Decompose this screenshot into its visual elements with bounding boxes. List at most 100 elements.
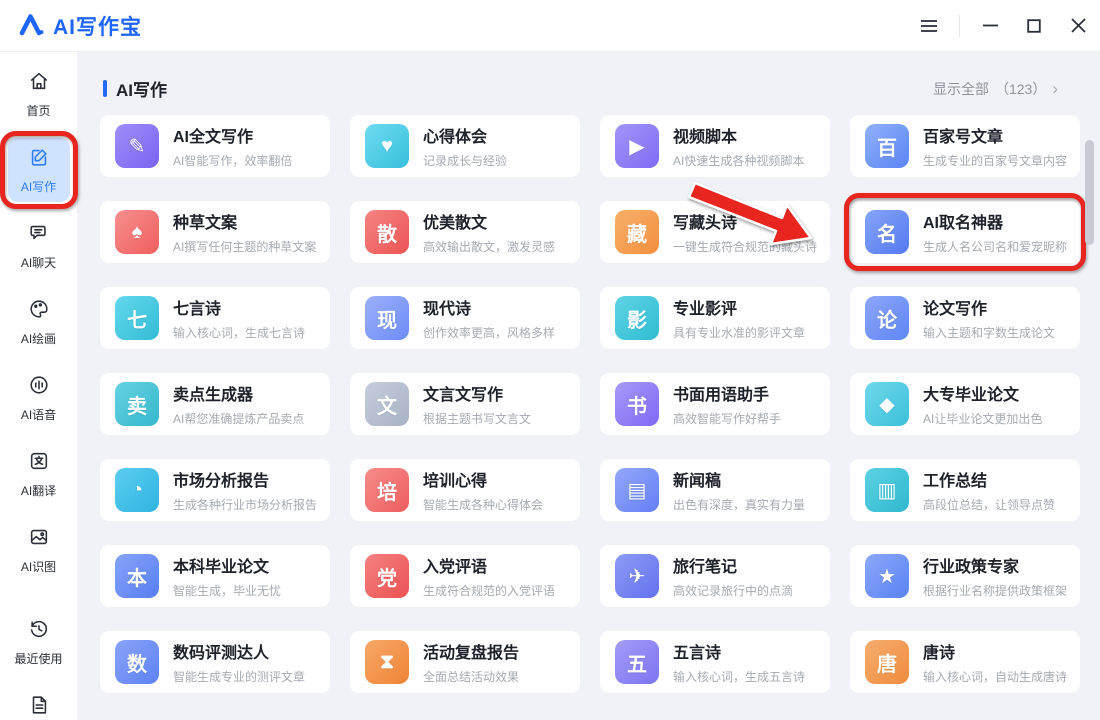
tool-title: 现代诗 (423, 295, 555, 319)
tool-card-3[interactable]: ▶ 视频脚本 AI快速生成各种视频脚本 (600, 115, 830, 177)
file-icon (28, 694, 50, 720)
tool-icon: 论 (865, 296, 909, 340)
tool-title: 专业影评 (673, 295, 805, 319)
sidebar-item-write[interactable]: AI写作 (8, 138, 70, 202)
sidebar-item-paint[interactable]: AI绘画 (8, 290, 70, 354)
tool-card-14[interactable]: 文 文言文写作 根据主题书写文言文 (350, 373, 580, 435)
tool-card-5[interactable]: ♠ 种草文案 AI撰写任何主题的种草文案 (100, 201, 330, 263)
tool-title: 写藏头诗 (673, 209, 817, 233)
tool-icon: 卖 (115, 382, 159, 426)
tool-card-24[interactable]: ★ 行业政策专家 根据行业名称提供政策框架 (850, 545, 1080, 607)
tool-title: 新闻稿 (673, 467, 805, 491)
tool-card-1[interactable]: ✎ AI全文写作 AI智能写作，效率翻倍 (100, 115, 330, 177)
app-logo: AI写作宝 (0, 11, 142, 41)
tool-subtitle: 高效智能写作好帮手 (673, 410, 781, 427)
tool-subtitle: 生成符合规范的入党评语 (423, 582, 555, 599)
tool-card-20[interactable]: ▥ 工作总结 高段位总结，让领导点赞 (850, 459, 1080, 521)
sidebar-item-image[interactable]: AI识图 (8, 518, 70, 582)
tool-subtitle: 高效记录旅行中的点滴 (673, 582, 793, 599)
tool-card-27[interactable]: 五 五言诗 输入核心词，生成五言诗 (600, 631, 830, 693)
tool-card-15[interactable]: 书 书面用语助手 高效智能写作好帮手 (600, 373, 830, 435)
sidebar-item-label: AI写作 (21, 178, 56, 195)
tool-icon: 培 (365, 468, 409, 512)
tool-card-17[interactable]: ◔ 市场分析报告 生成各种行业市场分析报告 (100, 459, 330, 521)
tool-icon: ◔ (115, 468, 159, 512)
tool-card-11[interactable]: 影 专业影评 具有专业水准的影评文章 (600, 287, 830, 349)
tool-card-21[interactable]: 本 本科毕业论文 智能生成，毕业无忧 (100, 545, 330, 607)
tool-icon: 散 (365, 210, 409, 254)
chat-icon (28, 222, 50, 249)
tool-title: 论文写作 (923, 295, 1055, 319)
tool-card-4[interactable]: 百 百家号文章 生成专业的百家号文章内容 (850, 115, 1080, 177)
sidebar-item-label: AI绘画 (21, 330, 56, 347)
tool-card-2[interactable]: ♥ 心得体会 记录成长与经验 (350, 115, 580, 177)
tool-title: 入党评语 (423, 553, 555, 577)
tool-subtitle: 输入主题和字数生成论文 (923, 324, 1055, 341)
tool-title: 文言文写作 (423, 381, 531, 405)
tool-card-28[interactable]: 唐 唐诗 输入核心词，自动生成唐诗 (850, 631, 1080, 693)
tool-card-7[interactable]: 藏 写藏头诗 一键生成符合规范的藏头诗 (600, 201, 830, 263)
tool-icon: 唐 (865, 640, 909, 684)
tool-card-23[interactable]: ✈ 旅行笔记 高效记录旅行中的点滴 (600, 545, 830, 607)
tool-card-19[interactable]: ▤ 新闻稿 出色有深度，真实有力量 (600, 459, 830, 521)
write-icon (28, 146, 50, 173)
show-all-count: （123） (995, 79, 1046, 99)
tool-subtitle: 输入核心词，生成七言诗 (173, 324, 305, 341)
tool-icon: 党 (365, 554, 409, 598)
tool-title: 市场分析报告 (173, 467, 317, 491)
sidebar-item-file[interactable]: 我的文件 (8, 686, 70, 720)
tool-subtitle: 智能生成专业的测评文章 (173, 668, 305, 685)
home-icon (28, 70, 50, 97)
title-bar: AI写作宝 (0, 0, 1100, 52)
tool-icon: 数 (115, 640, 159, 684)
tool-subtitle: 输入核心词，自动生成唐诗 (923, 668, 1067, 685)
sidebar-item-label: AI语音 (21, 406, 56, 423)
tool-card-18[interactable]: 培 培训心得 智能生成各种心得体会 (350, 459, 580, 521)
minimize-icon[interactable] (968, 0, 1012, 52)
sidebar-item-home[interactable]: 首页 (8, 62, 70, 126)
tool-icon: ▶ (615, 124, 659, 168)
tool-card-25[interactable]: 数 数码评测达人 智能生成专业的测评文章 (100, 631, 330, 693)
tool-card-26[interactable]: ⧗ 活动复盘报告 全面总结活动效果 (350, 631, 580, 693)
tool-title: AI全文写作 (173, 123, 292, 147)
tool-subtitle: 全面总结活动效果 (423, 668, 519, 685)
tool-title: 心得体会 (423, 123, 507, 147)
show-all-button[interactable]: 显示全部 （123） › (933, 79, 1080, 99)
sidebar-item-label: AI翻译 (21, 482, 56, 499)
tool-card-16[interactable]: ◆ 大专毕业论文 AI让毕业论文更加出色 (850, 373, 1080, 435)
tool-subtitle: 高效输出散文，激发灵感 (423, 238, 555, 255)
sidebar-item-label: 最近使用 (14, 650, 62, 667)
sidebar-item-history[interactable]: 最近使用 (8, 610, 70, 674)
tool-card-9[interactable]: 七 七言诗 输入核心词，生成七言诗 (100, 287, 330, 349)
sidebar-item-translate[interactable]: AI翻译 (8, 442, 70, 506)
tool-icon: ◆ (865, 382, 909, 426)
tool-subtitle: 智能生成各种心得体会 (423, 496, 543, 513)
tool-card-12[interactable]: 论 论文写作 输入主题和字数生成论文 (850, 287, 1080, 349)
sidebar-item-label: 首页 (26, 102, 50, 119)
image-icon (28, 526, 50, 553)
menu-icon[interactable] (907, 0, 951, 52)
tool-subtitle: 记录成长与经验 (423, 152, 507, 169)
tool-card-13[interactable]: 卖 卖点生成器 AI帮您准确提炼产品卖点 (100, 373, 330, 435)
tool-icon: 藏 (615, 210, 659, 254)
tool-icon: 书 (615, 382, 659, 426)
tool-subtitle: AI智能写作，效率翻倍 (173, 152, 292, 169)
tool-subtitle: AI帮您准确提炼产品卖点 (173, 410, 304, 427)
tool-card-22[interactable]: 党 入党评语 生成符合规范的入党评语 (350, 545, 580, 607)
tool-title: 五言诗 (673, 639, 805, 663)
tool-card-8[interactable]: 名 AI取名神器 生成人名公司名和爱宠昵称 (850, 201, 1080, 263)
scrollbar-thumb[interactable] (1085, 140, 1094, 245)
tool-icon: 影 (615, 296, 659, 340)
tool-card-10[interactable]: 现 现代诗 创作效率更高，风格多样 (350, 287, 580, 349)
tool-subtitle: 创作效率更高，风格多样 (423, 324, 555, 341)
maximize-icon[interactable] (1012, 0, 1056, 52)
tool-title: 旅行笔记 (673, 553, 793, 577)
tool-title: 优美散文 (423, 209, 555, 233)
tool-icon: ✎ (115, 124, 159, 168)
sidebar-item-voice[interactable]: AI语音 (8, 366, 70, 430)
tool-subtitle: 一键生成符合规范的藏头诗 (673, 238, 817, 255)
close-icon[interactable] (1056, 0, 1100, 52)
tool-icon: ♠ (115, 210, 159, 254)
tool-card-6[interactable]: 散 优美散文 高效输出散文，激发灵感 (350, 201, 580, 263)
sidebar-item-chat[interactable]: AI聊天 (8, 214, 70, 278)
